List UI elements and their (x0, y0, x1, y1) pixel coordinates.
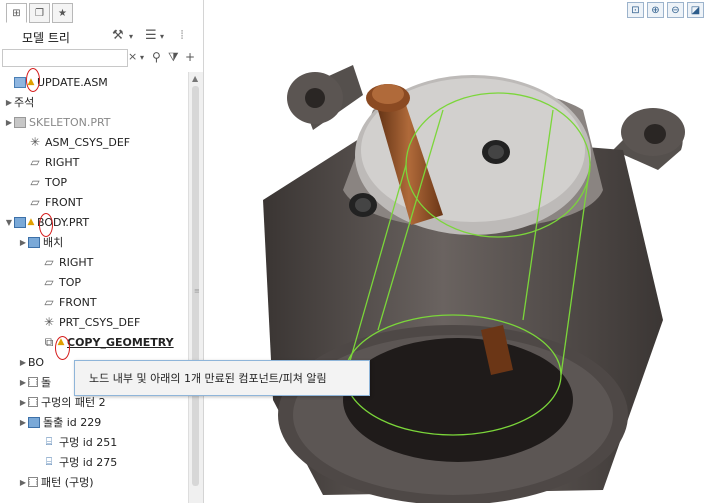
tree-item[interactable]: ▶ 주석 (0, 92, 188, 112)
tree-item[interactable]: ⌸ 구멍 id 251 (0, 432, 188, 452)
tree-item[interactable]: ⧉ ▲ COPY_GEOMETRY (0, 332, 188, 352)
tree-item[interactable]: ▱ FRONT (0, 192, 188, 212)
tree-item[interactable]: ▶ ⋮⋮ 패턴 (구멍) (0, 472, 188, 492)
tree-item-label: RIGHT (59, 255, 94, 269)
tree-item[interactable]: ▶ 돌출 id 229 (0, 412, 188, 432)
filter-icon[interactable]: ⧩ (168, 50, 179, 65)
plane-icon: ▱ (30, 195, 40, 209)
tree-item-label: ASM_CSYS_DEF (45, 135, 131, 149)
tree-item[interactable]: ✳ ASM_CSYS_DEF (0, 132, 188, 152)
tree-item-label: 돌 (41, 376, 52, 389)
body-part (263, 65, 685, 503)
tree-item-label: UPDATE.ASM (37, 75, 108, 89)
plane-icon: ▱ (44, 295, 54, 309)
tree-item-label: PRT_CSYS_DEF (59, 315, 141, 329)
chevron-down-icon[interactable]: ▾ (129, 32, 133, 41)
warning-icon: ▲ (27, 217, 35, 227)
tooltip: 노드 내부 및 아래의 1개 만료된 컴포넌트/피쳐 알림 (74, 360, 370, 396)
tree-item[interactable]: ▶ SKELETON.PRT (0, 112, 188, 132)
scrollbar-thumb[interactable] (192, 86, 199, 486)
warning-highlight-circle (55, 336, 70, 360)
tree-item-label: FRONT (45, 195, 83, 209)
zoom-in-icon[interactable]: ⊕ (647, 2, 664, 18)
tree-item[interactable]: ✳ PRT_CSYS_DEF (0, 312, 188, 332)
tree-item[interactable]: ▶ 배치 (0, 232, 188, 252)
tooltip-text: 노드 내부 및 아래의 1개 만료된 컴포넌트/피쳐 알림 (89, 372, 327, 385)
csys-icon: ✳ (29, 135, 41, 149)
csys-icon: ✳ (43, 315, 55, 329)
expand-arrow-icon[interactable]: ▶ (18, 418, 28, 427)
layers-tab-icon[interactable]: ❐ (29, 3, 50, 23)
model-tree-panel: ⊞ ❐ ★ 모델 트리 ⚒ ▾ ☰ ▾ ⁞ × ▾ ⚲ ⧩ + ▲ UPDATE.… (0, 0, 204, 503)
model-tree: ▲ UPDATE.ASM ▶ 주석 ▶ SKELETON.PRT ✳ ASM_CSYS_DEF… (0, 72, 188, 503)
part-icon (14, 216, 26, 228)
hole-icon: ⌸ (45, 455, 53, 468)
tree-item-label: FRONT (59, 295, 97, 309)
tree-item[interactable]: ▱ RIGHT (0, 152, 188, 172)
scroll-up-icon[interactable]: ▲ (192, 74, 198, 83)
tree-tab-icon[interactable]: ⊞ (6, 3, 27, 23)
search-row: × ▾ ⚲ ⧩ + (0, 48, 203, 68)
expand-arrow-icon[interactable]: ▶ (4, 118, 14, 127)
collapse-arrow-icon[interactable]: ▼ (4, 218, 14, 227)
expand-arrow-icon[interactable]: ▶ (18, 358, 28, 367)
tree-item-label: TOP (45, 175, 68, 189)
tree-item-label: COPY_GEOMETRY (67, 335, 174, 349)
refit-icon[interactable]: ⊡ (627, 2, 644, 18)
tree-item[interactable]: ▱ TOP (0, 272, 188, 292)
panel-header: 모델 트리 ⚒ ▾ ☰ ▾ ⁞ (0, 26, 203, 48)
clear-icon[interactable]: × (128, 50, 137, 63)
skeleton-icon (14, 116, 26, 128)
tree-item-label: 주석 (14, 96, 35, 109)
tree-item-label: 구멍 id 275 (59, 456, 118, 469)
tree-item[interactable]: ⌸ 구멍 id 275 (0, 452, 188, 472)
favorites-tab-icon[interactable]: ★ (52, 3, 73, 23)
3d-model-viewport[interactable] (203, 20, 708, 503)
view-toolbar: ⊡ ⊕ ⊖ ◪ (627, 2, 704, 18)
settings-tools-icon[interactable]: ⚒ (112, 28, 124, 43)
add-icon[interactable]: + (185, 50, 195, 64)
tree-item-label: 돌출 id 229 (43, 416, 102, 429)
tree-item-label: 구멍 id 251 (59, 436, 118, 449)
find-icon[interactable]: ⚲ (152, 50, 161, 64)
panel-tabs: ⊞ ❐ ★ (6, 3, 73, 25)
tree-item[interactable]: ▱ FRONT (0, 292, 188, 312)
tree-filter-icon[interactable]: ⁞ (180, 28, 184, 43)
tree-scrollbar[interactable]: ▲ ≡ (188, 72, 203, 503)
chevron-down-icon[interactable]: ▾ (160, 32, 164, 41)
tree-item[interactable]: ▱ RIGHT (0, 252, 188, 272)
tree-item-label: TOP (59, 275, 82, 289)
plane-icon: ▱ (44, 275, 54, 289)
tree-item-label: SKELETON.PRT (29, 115, 111, 129)
copy-geom-icon: ⧉ (44, 334, 54, 349)
scrollbar-grip-icon: ≡ (194, 287, 200, 295)
tree-item[interactable]: ▱ TOP (0, 172, 188, 192)
tree-item-label: 구멍의 패턴 2 (41, 396, 106, 409)
panel-title: 모델 트리 (22, 31, 70, 45)
show-document-icon[interactable]: ☰ (145, 28, 157, 43)
part-icon (28, 236, 40, 248)
repaint-icon[interactable]: ◪ (687, 2, 704, 18)
chevron-down-icon[interactable]: ▾ (140, 53, 144, 62)
plane-icon: ▱ (30, 155, 40, 169)
hole-icon: ⌸ (45, 435, 53, 448)
assembly-icon (14, 76, 26, 88)
expand-arrow-icon[interactable]: ▶ (18, 238, 28, 247)
pattern-icon: ⋮⋮ (26, 397, 40, 407)
plane-icon: ▱ (30, 175, 40, 189)
expand-arrow-icon[interactable]: ▶ (4, 98, 14, 107)
tree-item[interactable]: ▼ ▲ BODY.PRT (0, 212, 188, 232)
warning-highlight-circle (39, 213, 53, 237)
plane-icon: ▱ (44, 255, 54, 269)
tree-item-label: BO (28, 355, 45, 369)
pattern-icon: ⋮⋮ (26, 477, 40, 487)
part-icon (28, 416, 40, 428)
tree-item-label: RIGHT (45, 155, 80, 169)
warning-highlight-circle (26, 68, 40, 92)
search-input[interactable] (2, 49, 128, 67)
zoom-out-icon[interactable]: ⊖ (667, 2, 684, 18)
tree-item-label: 패턴 (구멍) (41, 476, 94, 489)
pattern-icon: ⋮⋮ (26, 377, 40, 387)
